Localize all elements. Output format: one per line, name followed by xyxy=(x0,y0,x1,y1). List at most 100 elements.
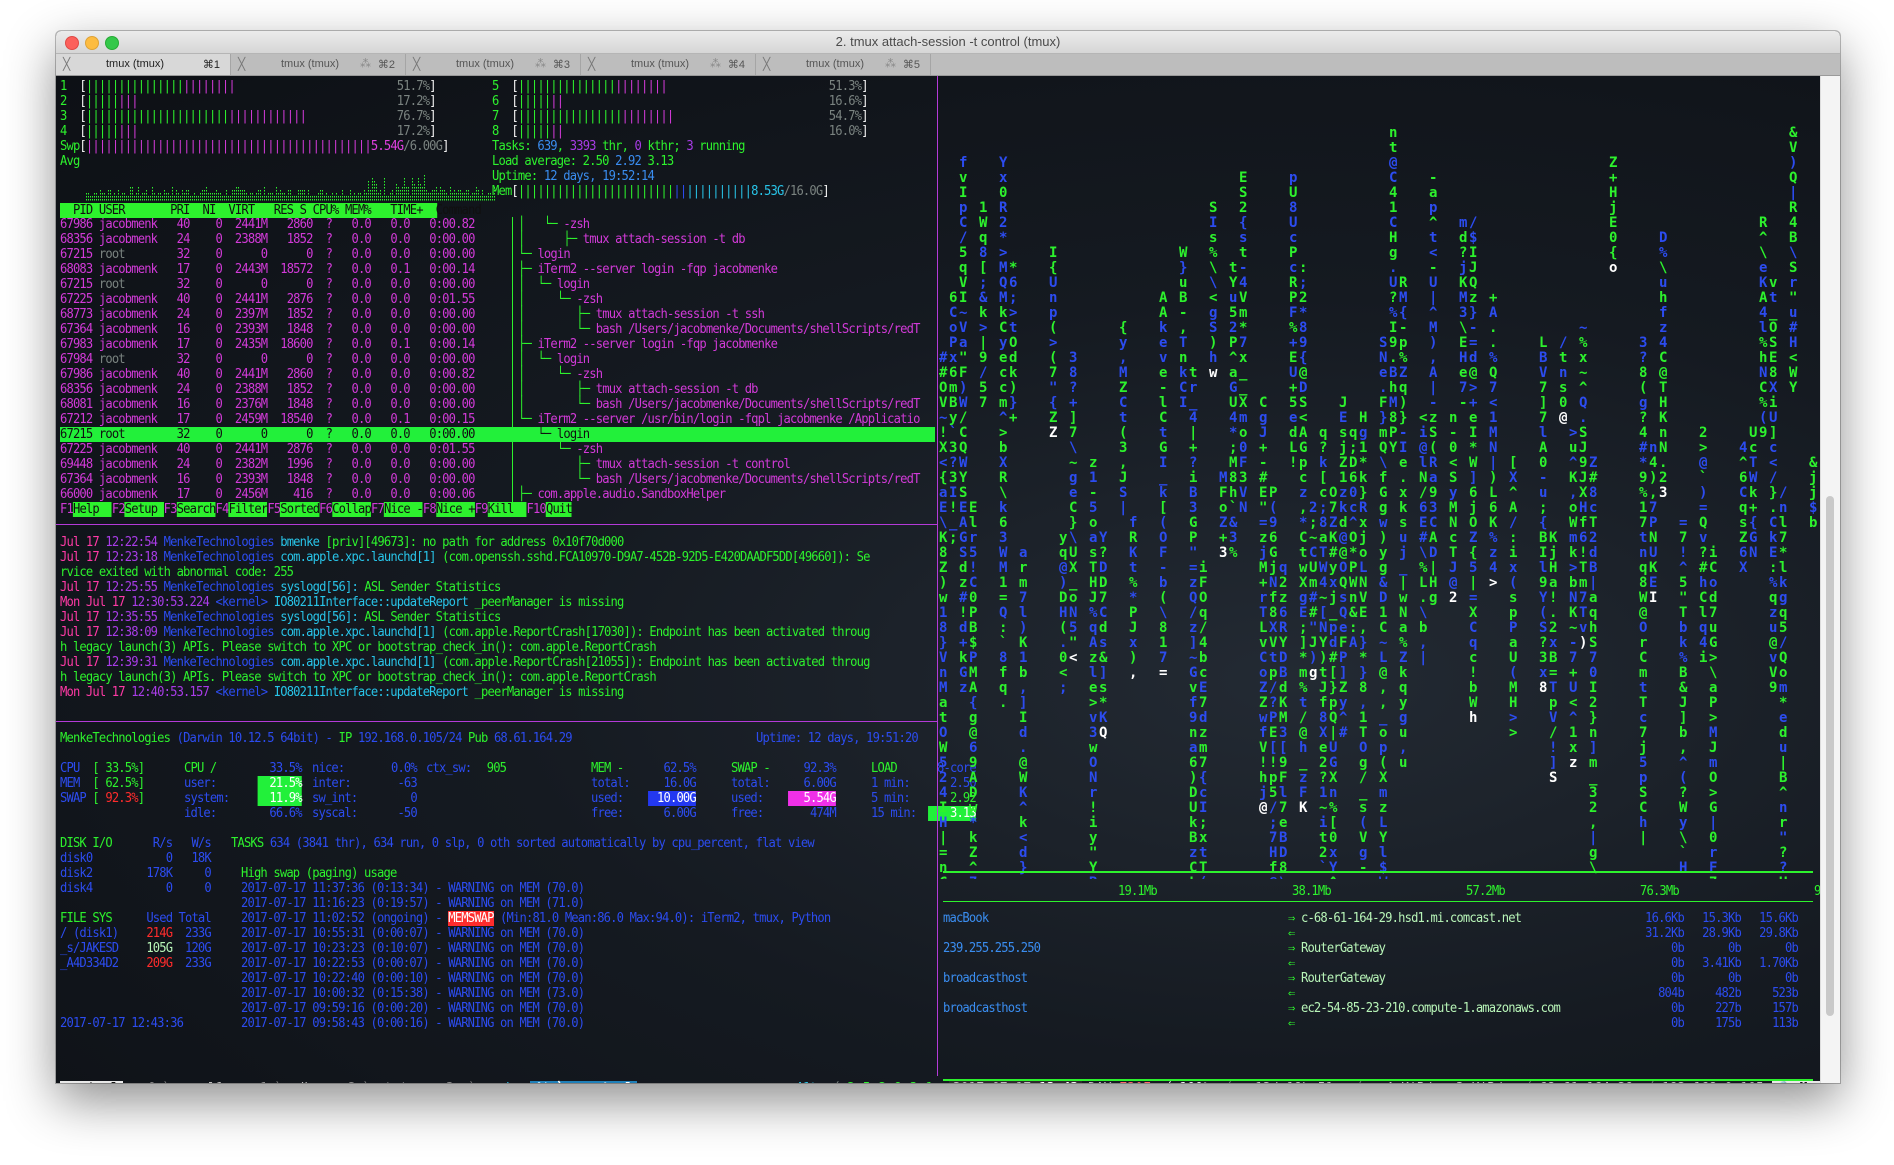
proc-mem: 0.0 xyxy=(370,382,410,397)
process-row[interactable]: 67986 jacobmenk 40 0 2441M 2860 ? 0.0 0.… xyxy=(60,217,475,232)
process-row[interactable]: 67215 root 32 0 0 0 ? 0.0 0.0 0:00.00 xyxy=(60,247,475,262)
tmux-session-name[interactable]: control xyxy=(60,1081,123,1083)
log-host: MenkeTechnologies xyxy=(157,535,275,550)
cpu-history-dot xyxy=(418,184,419,186)
cpu-history-dot xyxy=(178,199,179,201)
disk-row: disk2 178K 0 xyxy=(60,866,212,881)
cpu-history-dot xyxy=(276,190,277,192)
process-row[interactable]: 67364 jacobmenk 16 0 2393M 1848 ? 0.0 0.… xyxy=(60,322,475,337)
pane-divider-vertical[interactable] xyxy=(937,76,938,1076)
scrollbar[interactable] xyxy=(1820,76,1840,1083)
pane-divider-horizontal[interactable] xyxy=(56,524,937,525)
cpu-history-dot xyxy=(474,193,475,195)
process-row[interactable]: 67364 jacobmenk 16 0 2393M 1848 ? 0.0 0.… xyxy=(60,472,475,487)
fkey-f4-button[interactable]: Filter xyxy=(228,502,268,517)
proc-mem: 0.1 xyxy=(370,412,410,427)
process-row[interactable]: 68356 jacobmenk 24 0 2388M 1852 ? 0.0 0.… xyxy=(60,382,475,397)
meter-bar-system: |||||||||||| xyxy=(228,109,307,124)
tmux-window-2[interactable]: 2 〉 tuts xyxy=(344,1081,420,1083)
scrollbar-thumb[interactable] xyxy=(1826,496,1834,1016)
matrix-rain-pane[interactable]: Peter CuBide | petercub | deviantart.com… xyxy=(939,121,1821,880)
proc-pri: 16 xyxy=(157,397,191,412)
process-table-header[interactable]: PID USER PRI NI VIRT RES S CPU% MEM% TIM… xyxy=(60,203,482,218)
cpu-history-dot xyxy=(300,193,301,195)
tmux-window-1[interactable]: 1 〉 db xyxy=(256,1081,316,1083)
cpu-history-dot xyxy=(224,199,225,201)
cpu-history-dot xyxy=(102,199,103,201)
matrix-column: 1 W q 8 [ ; & k > | 9 / 5 7 xyxy=(979,200,988,411)
fkey-f2-button[interactable]: Setup xyxy=(124,502,164,517)
cpu-history-dot xyxy=(118,196,119,198)
proc-ni: 0 xyxy=(189,232,222,247)
fkey-f9-button[interactable]: Kill xyxy=(487,502,527,517)
cpu-history-dot xyxy=(102,196,103,198)
process-row[interactable]: 67986 jacobmenk 40 0 2441M 2860 ? 0.0 0.… xyxy=(60,367,475,382)
process-row[interactable]: 67225 jacobmenk 40 0 2441M 2876 ? 0.0 0.… xyxy=(60,292,475,307)
process-row[interactable]: 67215 root 32 0 0 0 ? 0.0 0.0 0:00.00 xyxy=(60,277,475,292)
tab-1[interactable]: ╳ tmux (tmux) ⌘1 xyxy=(56,54,231,75)
rate-out: 0b xyxy=(1695,941,1742,956)
tab-close-icon[interactable]: ╳ xyxy=(588,57,595,71)
fkey-f7-button[interactable]: Nice - xyxy=(383,502,424,517)
cpu-history-dot xyxy=(146,193,147,195)
process-row[interactable]: 68773 jacobmenk 24 0 2397M 1852 ? 0.0 0.… xyxy=(60,307,475,322)
rate-in-value: 523b xyxy=(1772,986,1799,1001)
tab-2[interactable]: ╳ tmux (tmux) ⁂ ⌘2 xyxy=(231,54,406,75)
cpu-history-dot xyxy=(208,193,209,195)
tab-close-icon[interactable]: ╳ xyxy=(763,57,770,71)
cpu-history-dot xyxy=(154,196,155,198)
tab-close-icon[interactable]: ╳ xyxy=(63,57,70,71)
tab-4[interactable]: ╳ tmux (tmux) ⁂ ⌘4 xyxy=(581,54,756,75)
cpu-history-dot xyxy=(402,196,403,198)
cpu-history-dot xyxy=(264,190,265,192)
proc-virt: 2441M xyxy=(221,217,268,232)
cpu-history-dot xyxy=(176,196,177,198)
process-row[interactable]: 67983 jacobmenk 17 0 2435M 18600 ? 0.0 0… xyxy=(60,337,475,352)
window-name: db xyxy=(297,1081,313,1083)
cpu-history-dot xyxy=(374,193,375,195)
fkey-f1-button[interactable]: Help xyxy=(72,502,112,517)
process-row[interactable]: 67212 jacobmenk 17 0 2459M 18540 ? 0.0 0… xyxy=(60,412,475,427)
cpu-history-dot xyxy=(104,196,105,198)
cpu-history-dot xyxy=(162,199,163,201)
tab-3[interactable]: ╳ tmux (tmux) ⁂ ⌘3 xyxy=(406,54,581,75)
process-row[interactable]: 67225 jacobmenk 40 0 2441M 2876 ? 0.0 0.… xyxy=(60,442,475,457)
meter-bracket: ] xyxy=(429,109,436,124)
cpu-history-dot xyxy=(348,196,349,198)
process-row[interactable]: 69448 jacobmenk 24 0 2382M 1996 ? 0.0 0.… xyxy=(60,457,475,472)
log-message: (com.apple.ReportCrash[17030]): Endpoint… xyxy=(435,625,870,640)
tab-close-icon[interactable]: ╳ xyxy=(413,57,420,71)
fkey-f6-button[interactable]: Collap xyxy=(332,502,372,517)
tab-5[interactable]: ╳ tmux (tmux) ⁂ ⌘5 xyxy=(756,54,931,75)
tmux-window-0[interactable]: 0 〉 repl1 xyxy=(144,1081,228,1083)
process-row[interactable]: 67215 root 32 0 0 0 ? 0.0 0.0 0:00.00 xyxy=(60,427,475,442)
terminal-area[interactable]: 1 [||||||||||||||||||||||| 51.7%] 2 [||||… xyxy=(56,76,1840,1083)
cpu-history-dot xyxy=(370,199,371,201)
cpu-history-dot xyxy=(412,178,413,180)
tmux-window-3[interactable]: 3- 〉 zsh xyxy=(442,1081,518,1083)
pub-label: Pub xyxy=(468,731,488,746)
rate-out: 0b xyxy=(1695,971,1742,986)
process-row[interactable]: 68356 jacobmenk 24 0 2388M 1852 ? 0.0 0.… xyxy=(60,232,475,247)
fkey-f8-button[interactable]: Nice + xyxy=(435,502,476,517)
proc-cpu: 0.0 xyxy=(332,247,371,262)
process-row[interactable]: 67984 root 32 0 0 0 ? 0.0 0.0 0:00.00 xyxy=(60,352,475,367)
fkey-f10-button[interactable]: Quit xyxy=(545,502,573,517)
proc-virt: 2459M xyxy=(221,412,268,427)
cpu-history-dot xyxy=(236,196,237,198)
cpu-history-dot xyxy=(310,196,311,198)
cpu-history-dot xyxy=(420,184,421,186)
proc-pid: 66000 xyxy=(60,487,93,502)
cpu-history-dot xyxy=(420,196,421,198)
tab-close-icon[interactable]: ╳ xyxy=(238,57,245,71)
process-row[interactable]: 68083 jacobmenk 17 0 2443M 18572 ? 0.0 0… xyxy=(60,262,475,277)
pane-divider-horizontal[interactable] xyxy=(56,721,937,722)
log-continuation: h legacy launch(3) APIs. Please switch t… xyxy=(60,670,657,685)
process-row[interactable]: 68081 jacobmenk 16 0 2376M 1848 ? 0.0 0.… xyxy=(60,397,475,412)
cpu-history-dot xyxy=(424,178,425,180)
tmux-window-4[interactable]: 4* 〉 control xyxy=(530,1081,638,1083)
process-row[interactable]: 66000 jacobmenk 17 0 2456M 416 ? 0.0 0.0… xyxy=(60,487,475,502)
fkey-f5-button[interactable]: Sorted xyxy=(280,502,320,517)
proc-pid: 68356 xyxy=(60,232,93,247)
fkey-f3-button[interactable]: Search xyxy=(176,502,216,517)
